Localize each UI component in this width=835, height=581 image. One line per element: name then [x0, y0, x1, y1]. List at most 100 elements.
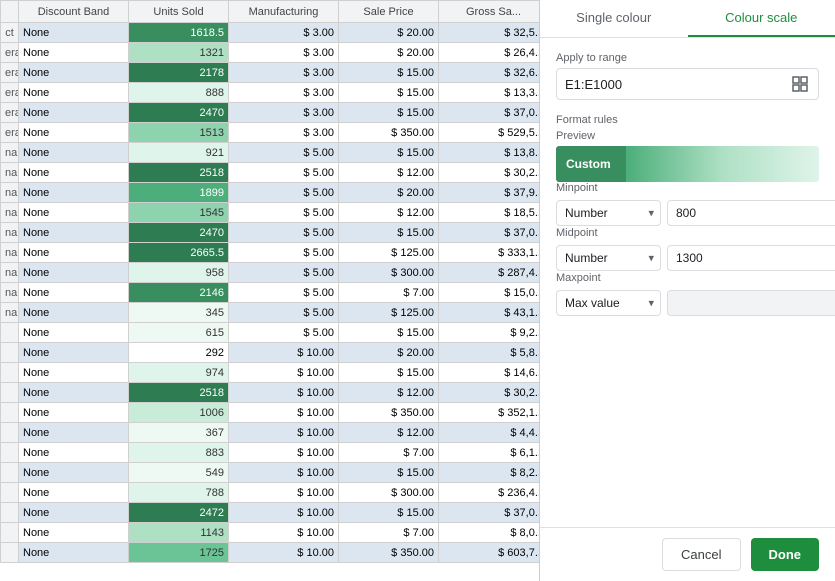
table-row: 1618.5 — [129, 23, 229, 43]
table-row: $ 5,8... — [439, 343, 541, 363]
table-row: None — [19, 363, 129, 383]
table-row: None — [19, 543, 129, 563]
table-row: None — [19, 163, 129, 183]
grid-select-icon[interactable] — [790, 74, 810, 94]
table-row: $ 30,2... — [439, 163, 541, 183]
row-label: era — [1, 83, 19, 103]
row-label: na — [1, 283, 19, 303]
table-row: $ 15.00 — [339, 463, 439, 483]
data-table: Discount Band Units Sold Manufacturing S… — [0, 0, 540, 563]
table-row: $ 10.00 — [229, 343, 339, 363]
midpoint-value-input[interactable] — [667, 245, 835, 271]
table-row: 958 — [129, 263, 229, 283]
table-row: $ 125.00 — [339, 243, 439, 263]
table-row: 2518 — [129, 163, 229, 183]
table-row: 345 — [129, 303, 229, 323]
maxpoint-type-select[interactable]: Max value Number Percent Percentile — [556, 290, 661, 316]
table-row: $ 15,0... — [439, 283, 541, 303]
table-row: None — [19, 63, 129, 83]
maxpoint-value-input[interactable] — [667, 290, 835, 316]
table-row: $ 18,5... — [439, 203, 541, 223]
maxpoint-type-wrap: Max value Number Percent Percentile — [556, 290, 661, 316]
table-row: $ 12.00 — [339, 163, 439, 183]
table-row: $ 10.00 — [229, 363, 339, 383]
preview-section: Preview Custom — [556, 130, 819, 182]
table-row: None — [19, 203, 129, 223]
range-row — [556, 68, 819, 100]
table-row: None — [19, 143, 129, 163]
table-row: $ 15.00 — [339, 363, 439, 383]
preview-custom-label: Custom — [556, 146, 626, 182]
range-input[interactable] — [565, 77, 782, 92]
table-row: $ 13,3... — [439, 83, 541, 103]
table-row: None — [19, 463, 129, 483]
table-row: $ 10.00 — [229, 503, 339, 523]
table-row: $ 333,1... — [439, 243, 541, 263]
spreadsheet-panel: Discount Band Units Sold Manufacturing S… — [0, 0, 540, 581]
table-row: $ 350.00 — [339, 403, 439, 423]
format-panel: Single colour Colour scale Apply to rang… — [540, 0, 835, 581]
done-button[interactable]: Done — [751, 538, 820, 571]
midpoint-row: Number Percent Percentile None ▾ — [556, 244, 819, 272]
table-row: $ 529,5... — [439, 123, 541, 143]
table-row: $ 10.00 — [229, 523, 339, 543]
row-label: ct — [1, 23, 19, 43]
minpoint-label: Minpoint — [556, 182, 819, 194]
table-row: $ 14,6... — [439, 363, 541, 383]
table-row: $ 20.00 — [339, 43, 439, 63]
tab-single-colour[interactable]: Single colour — [540, 0, 688, 37]
table-row: $ 7.00 — [339, 523, 439, 543]
cancel-button[interactable]: Cancel — [662, 538, 740, 571]
table-row: $ 5.00 — [229, 183, 339, 203]
table-row: $ 7.00 — [339, 283, 439, 303]
table-row: $ 12.00 — [339, 203, 439, 223]
table-row: 2470 — [129, 103, 229, 123]
minpoint-value-input[interactable] — [667, 200, 835, 226]
table-row: None — [19, 403, 129, 423]
table-row: $ 15.00 — [339, 83, 439, 103]
table-row: None — [19, 303, 129, 323]
table-row: $ 352,1... — [439, 403, 541, 423]
table-row: 292 — [129, 343, 229, 363]
table-row: 2665.5 — [129, 243, 229, 263]
table-row: $ 15.00 — [339, 503, 439, 523]
col-header-g: Sale Price — [339, 1, 439, 23]
table-row: $ 32,6... — [439, 63, 541, 83]
table-row: $ 15.00 — [339, 103, 439, 123]
row-label — [1, 363, 19, 383]
table-row: $ 5.00 — [229, 283, 339, 303]
table-row: $ 37,0... — [439, 103, 541, 123]
table-row: $ 9,2... — [439, 323, 541, 343]
table-row: None — [19, 243, 129, 263]
minpoint-section: Minpoint Number Percent Percentile Min v… — [556, 182, 819, 227]
table-row: 1143 — [129, 523, 229, 543]
table-row: $ 300.00 — [339, 483, 439, 503]
panel-tabs: Single colour Colour scale — [540, 0, 835, 38]
midpoint-type-select[interactable]: Number Percent Percentile None — [556, 245, 661, 271]
row-label: na — [1, 263, 19, 283]
minpoint-type-select[interactable]: Number Percent Percentile Min value — [556, 200, 661, 226]
table-row: $ 3.00 — [229, 123, 339, 143]
table-row: None — [19, 103, 129, 123]
table-row: 2146 — [129, 283, 229, 303]
tab-colour-scale[interactable]: Colour scale — [688, 0, 835, 37]
table-row: $ 10.00 — [229, 443, 339, 463]
table-row: 2518 — [129, 383, 229, 403]
table-row: 1321 — [129, 43, 229, 63]
table-row: None — [19, 223, 129, 243]
table-row: $ 6,1... — [439, 443, 541, 463]
preview-label: Preview — [556, 130, 819, 142]
row-label — [1, 383, 19, 403]
col-header-d: Discount Band — [19, 1, 129, 23]
table-row: $ 350.00 — [339, 123, 439, 143]
table-row: $ 15.00 — [339, 63, 439, 83]
panel-footer: Cancel Done — [540, 527, 835, 581]
table-row: None — [19, 263, 129, 283]
col-header-f: Manufacturing — [229, 1, 339, 23]
row-label: era — [1, 103, 19, 123]
table-row: $ 30,2... — [439, 383, 541, 403]
table-row: $ 5.00 — [229, 263, 339, 283]
midpoint-label: Midpoint — [556, 227, 819, 239]
table-row: None — [19, 323, 129, 343]
table-row: 615 — [129, 323, 229, 343]
